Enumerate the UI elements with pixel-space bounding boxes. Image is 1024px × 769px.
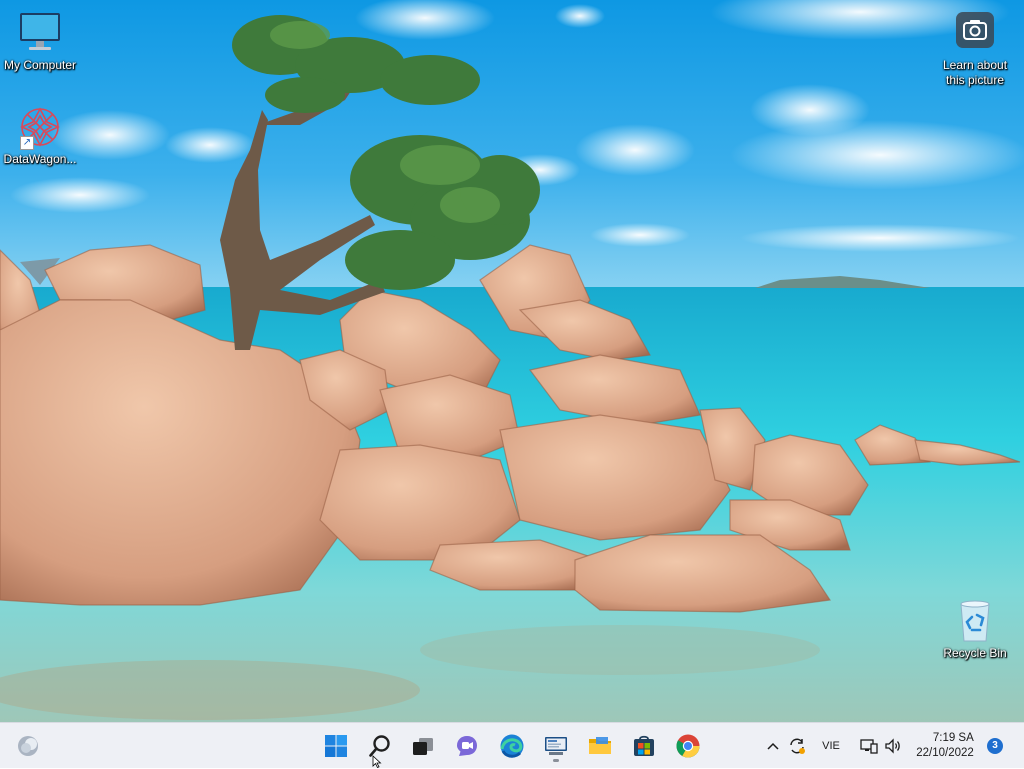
file-explorer-button[interactable]: [582, 729, 618, 763]
running-indicator: [553, 759, 559, 762]
volume-tray-button[interactable]: [882, 723, 904, 769]
start-icon: [325, 735, 347, 757]
desktop-icon-recycle-bin[interactable]: Recycle Bin: [935, 598, 1015, 661]
app-icon: [545, 737, 567, 755]
task-view-button[interactable]: [405, 729, 441, 763]
notification-count-badge: 3: [987, 738, 1003, 754]
desktop-icon-my-computer[interactable]: My Computer: [0, 10, 80, 73]
clock-button[interactable]: 7:19 SA 22/10/2022: [912, 723, 978, 769]
desktop-icon-label: Recycle Bin: [943, 646, 1007, 660]
desktop-icon-label: My Computer: [3, 58, 77, 72]
monitor-icon: [16, 10, 64, 56]
pinned-app-button[interactable]: [538, 729, 574, 763]
sync-tray-button[interactable]: [786, 723, 808, 769]
task-view-icon: [413, 738, 433, 755]
desktop-wallpaper: [0, 0, 1024, 722]
show-hidden-icons-button[interactable]: [762, 723, 784, 769]
recycle-bin-icon: [951, 598, 999, 644]
input-language-button[interactable]: VIE: [814, 723, 848, 769]
chrome-icon: [676, 734, 700, 758]
edge-button[interactable]: [494, 729, 530, 763]
file-explorer-icon: [589, 737, 611, 754]
datawagon-logo-icon: ↗: [16, 104, 64, 150]
taskbar: VIE 7:19 SA 22/10/2022 3: [0, 722, 1024, 768]
camera-icon: [951, 10, 999, 56]
network-icon: [860, 739, 878, 754]
notification-center-button[interactable]: 3: [984, 723, 1006, 769]
mouse-cursor-icon: [372, 755, 382, 768]
desktop-icon-label: Learn about this picture: [942, 58, 1008, 87]
store-icon: [634, 735, 654, 756]
chrome-button[interactable]: [670, 729, 706, 763]
store-button[interactable]: [626, 729, 662, 763]
desktop-icon-datawagon[interactable]: ↗ DataWagon...: [0, 104, 80, 167]
clock: 7:19 SA 22/10/2022: [916, 731, 974, 761]
widgets-button[interactable]: [10, 729, 46, 763]
network-tray-button[interactable]: [858, 723, 880, 769]
chat-icon: [457, 736, 477, 756]
clock-date: 22/10/2022: [916, 747, 974, 759]
volume-icon: [885, 738, 900, 754]
sync-icon: [790, 738, 805, 754]
chevron-up-icon: [767, 742, 779, 750]
edge-icon: [500, 734, 524, 758]
widgets-icon: [18, 736, 38, 756]
clock-time: 7:19 SA: [932, 732, 974, 744]
start-button[interactable]: [318, 729, 354, 763]
desktop-icon-learn-about-picture[interactable]: Learn about this picture: [935, 10, 1015, 88]
language-indicator: VIE: [822, 740, 840, 752]
chat-button[interactable]: [449, 729, 485, 763]
shortcut-arrow-icon: ↗: [20, 136, 34, 150]
desktop-icon-label: DataWagon...: [3, 152, 77, 166]
